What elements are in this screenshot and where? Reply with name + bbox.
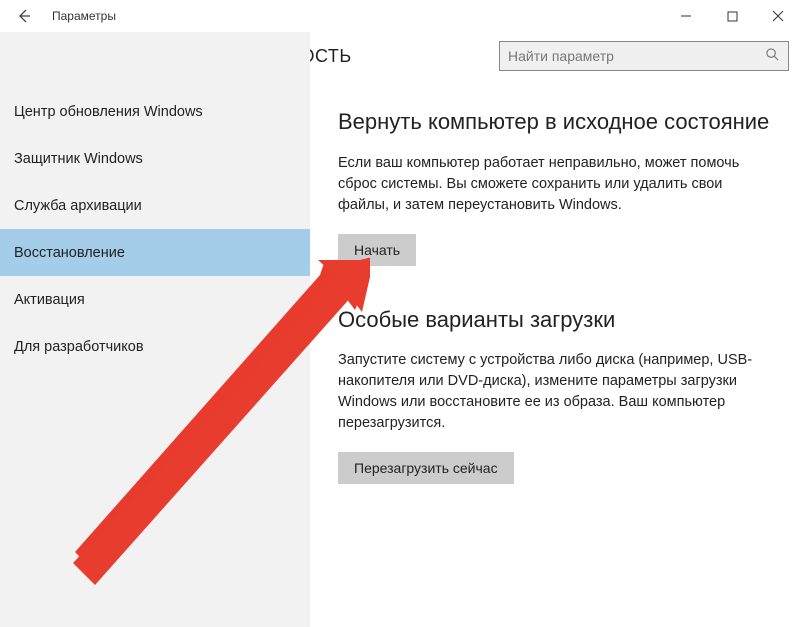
reset-pc-section: Вернуть компьютер в исходное состояние Е… <box>338 108 773 266</box>
sidebar-item-label: Центр обновления Windows <box>14 104 203 120</box>
sidebar-item-label: Активация <box>14 292 85 308</box>
sidebar-item-developers[interactable]: Для разработчиков <box>0 323 310 370</box>
sidebar: Центр обновления Windows Защитник Window… <box>0 80 310 627</box>
minimize-button[interactable] <box>663 0 709 32</box>
search-icon <box>765 47 780 65</box>
sidebar-item-windows-update[interactable]: Центр обновления Windows <box>0 88 310 135</box>
reset-pc-heading: Вернуть компьютер в исходное состояние <box>338 108 773 137</box>
advanced-startup-section: Особые варианты загрузки Запустите систе… <box>338 306 773 485</box>
maximize-button[interactable] <box>709 0 755 32</box>
sidebar-item-label: Защитник Windows <box>14 151 143 167</box>
sidebar-item-defender[interactable]: Защитник Windows <box>0 135 310 182</box>
sidebar-item-recovery[interactable]: Восстановление <box>0 229 310 276</box>
back-button[interactable] <box>0 0 48 32</box>
main-content: Вернуть компьютер в исходное состояние Е… <box>310 80 801 627</box>
sidebar-item-label: Для разработчиков <box>14 339 144 355</box>
close-button[interactable] <box>755 0 801 32</box>
advanced-startup-heading: Особые варианты загрузки <box>338 306 773 335</box>
window-controls <box>663 0 801 32</box>
restart-now-button[interactable]: Перезагрузить сейчас <box>338 452 514 484</box>
reset-start-button[interactable]: Начать <box>338 234 416 266</box>
advanced-startup-description: Запустите систему с устройства либо диск… <box>338 350 773 434</box>
reset-pc-description: Если ваш компьютер работает неправильно,… <box>338 153 773 216</box>
search-input[interactable] <box>508 48 765 64</box>
sidebar-item-activation[interactable]: Активация <box>0 276 310 323</box>
titlebar: Параметры <box>0 0 801 32</box>
sidebar-item-label: Восстановление <box>14 245 125 261</box>
search-box[interactable] <box>499 41 789 71</box>
window-title: Параметры <box>48 9 116 23</box>
sidebar-item-label: Служба архивации <box>14 198 142 214</box>
sidebar-item-backup[interactable]: Служба архивации <box>0 182 310 229</box>
